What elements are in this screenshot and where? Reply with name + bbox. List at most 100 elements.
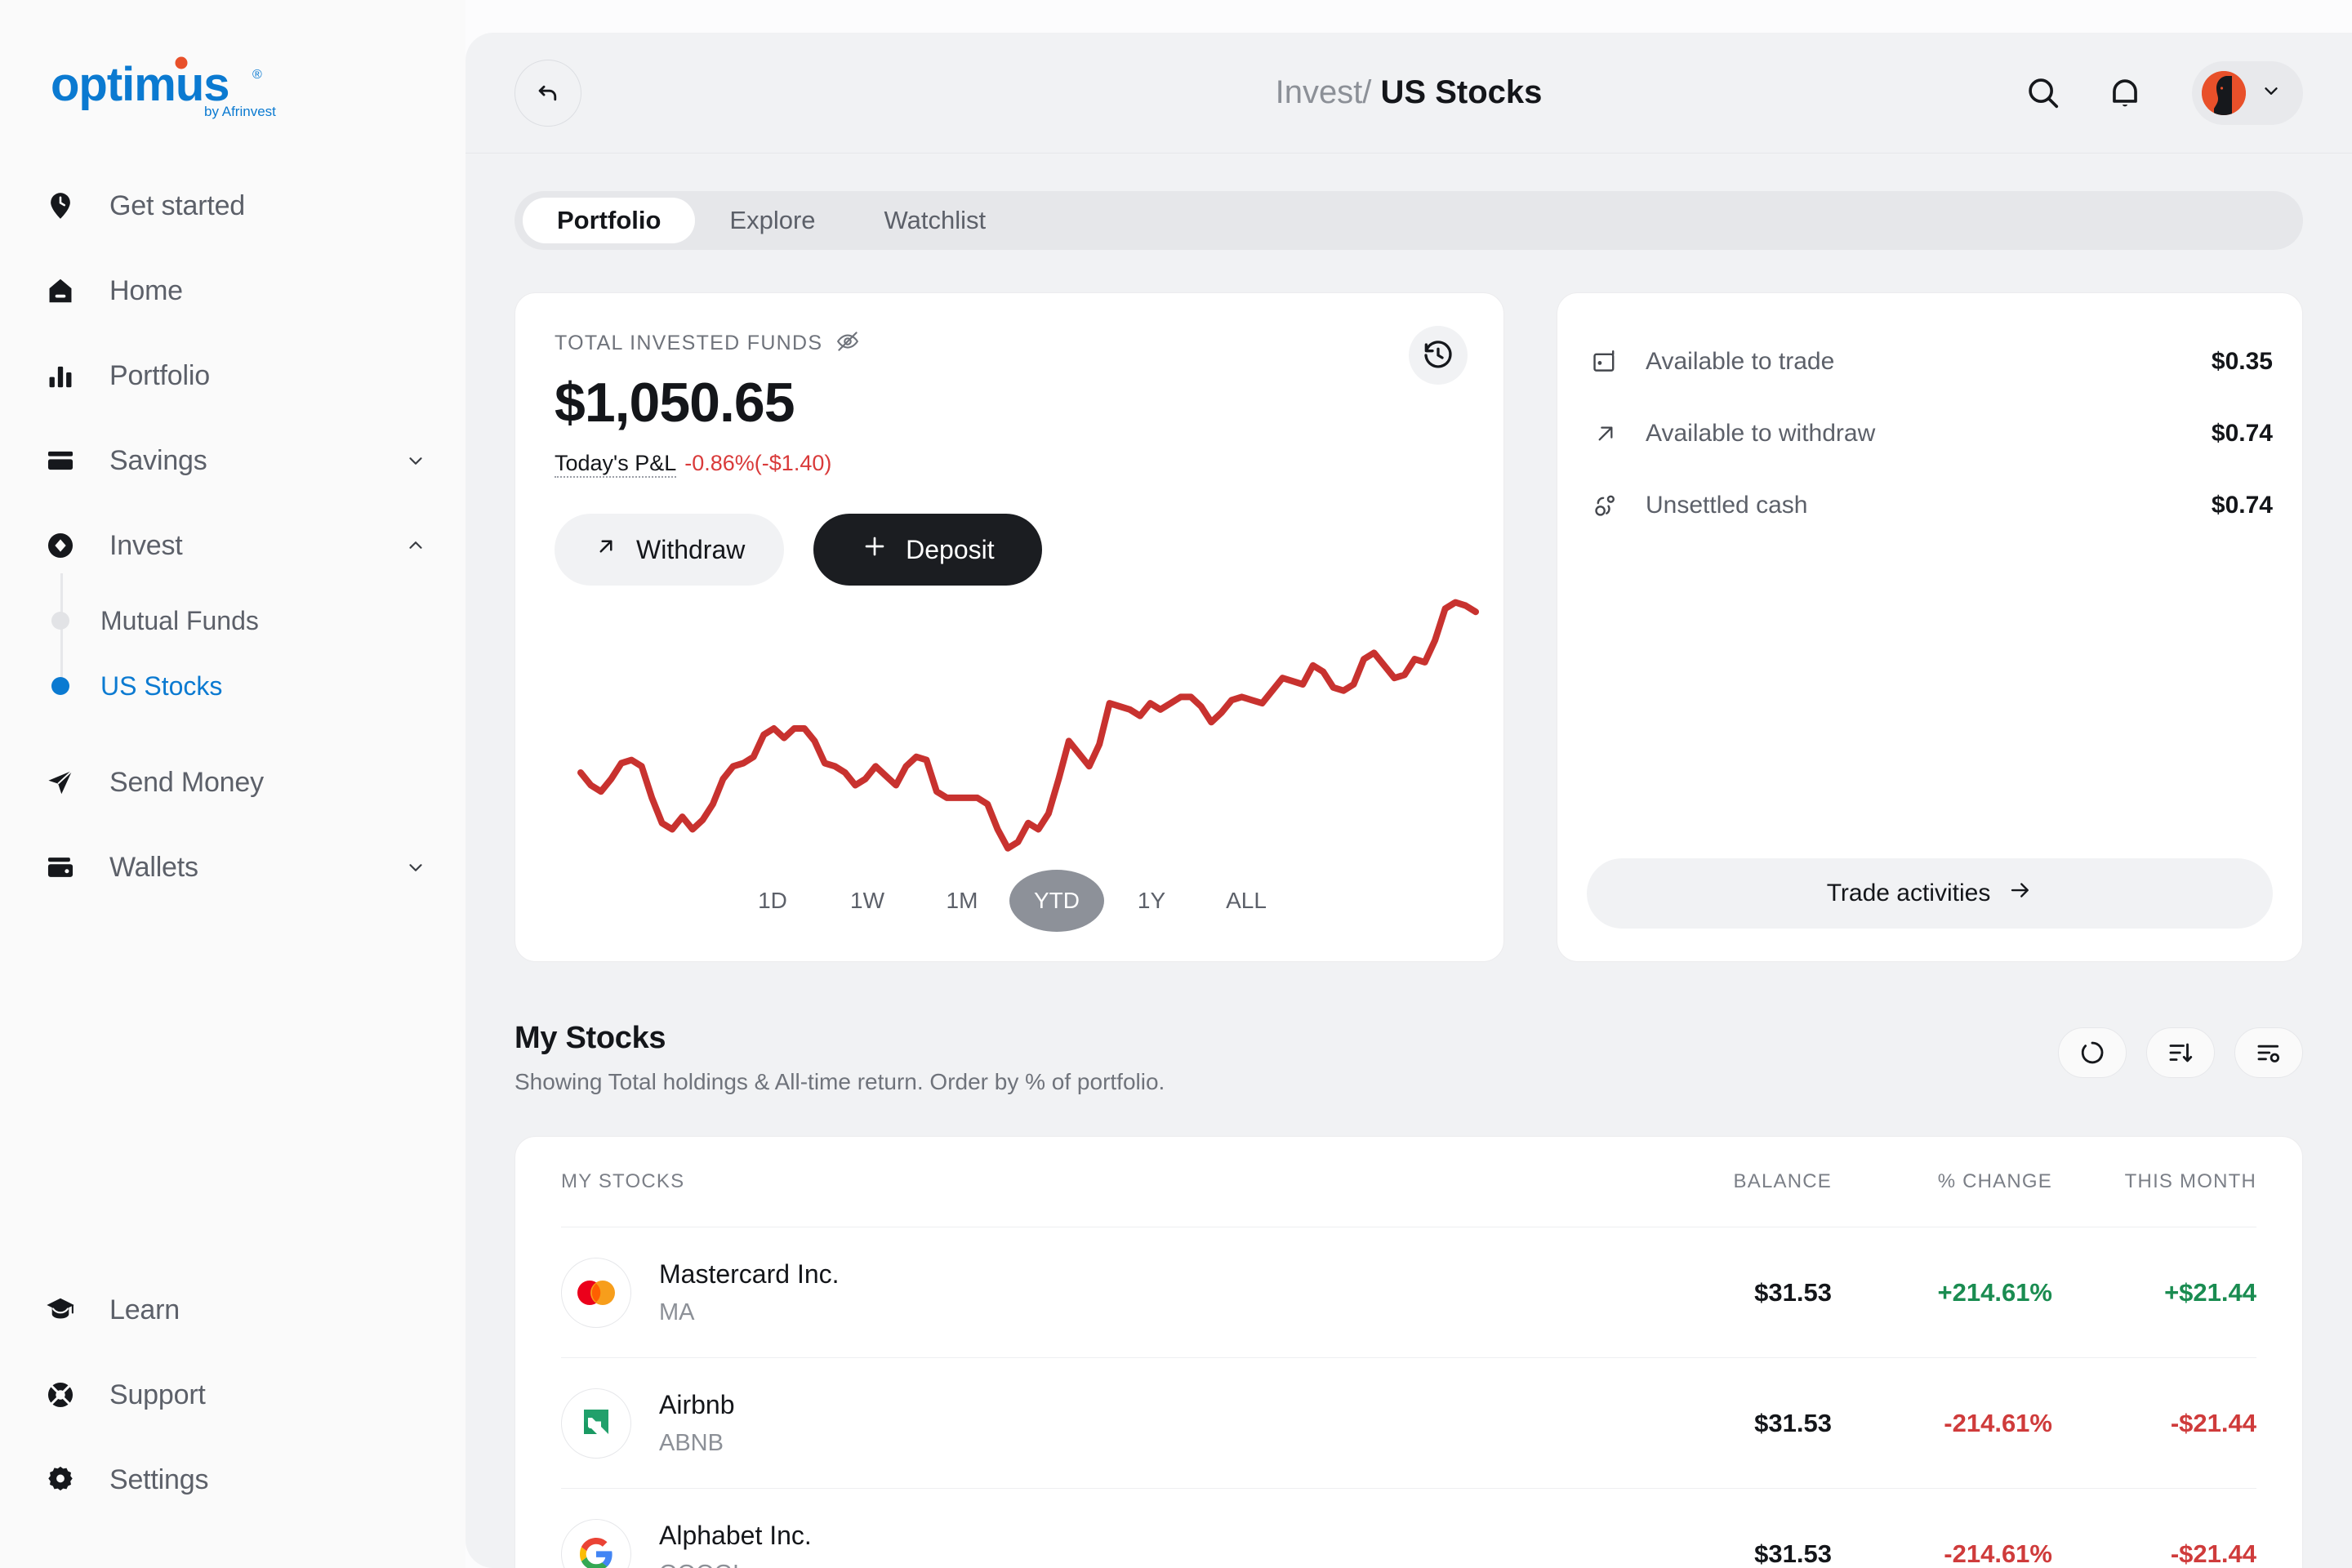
range-1y[interactable]: 1Y bbox=[1104, 870, 1199, 932]
table-row[interactable]: Alphabet Inc. GOOGL $31.53 -214.61% -$21… bbox=[561, 1488, 2256, 1568]
range-ytd[interactable]: YTD bbox=[1009, 870, 1104, 932]
sidebar-item-wallets[interactable]: Wallets bbox=[0, 825, 466, 910]
donut-chart-button[interactable] bbox=[2058, 1027, 2127, 1078]
sidebar-item-label: Settings bbox=[109, 1463, 209, 1495]
total-invested-card: TOTAL INVESTED FUNDS $1,050.65 Today's P… bbox=[514, 292, 1504, 962]
breadcrumb-current: US Stocks bbox=[1380, 74, 1543, 110]
stock-change: -214.61% bbox=[1944, 1408, 2052, 1437]
filter-settings-button[interactable] bbox=[2234, 1027, 2303, 1078]
graduation-cap-icon bbox=[42, 1292, 78, 1328]
trade-activities-label: Trade activities bbox=[1826, 880, 1991, 906]
card-icon bbox=[42, 443, 78, 479]
app-root: optimus ® by Afrinvest Get started Home bbox=[0, 0, 2352, 1568]
sidebar-item-send-money[interactable]: Send Money bbox=[0, 740, 466, 825]
total-invested-label: TOTAL INVESTED FUNDS bbox=[555, 332, 823, 354]
secondary-navigation: Learn Support Settings bbox=[0, 1267, 466, 1568]
send-icon bbox=[42, 764, 78, 800]
profile-menu[interactable] bbox=[2192, 60, 2303, 125]
sidebar-item-label: Get started bbox=[109, 189, 245, 221]
available-to-trade-row: Available to trade $0.35 bbox=[1587, 326, 2273, 398]
breadcrumb-parent[interactable]: Invest/ bbox=[1276, 74, 1372, 110]
history-button[interactable] bbox=[1409, 326, 1468, 385]
stock-this-month: -$21.44 bbox=[2170, 1539, 2256, 1568]
sidebar-item-home[interactable]: Home bbox=[0, 248, 466, 333]
notifications-button[interactable] bbox=[2102, 70, 2148, 116]
range-all[interactable]: ALL bbox=[1199, 870, 1294, 932]
range-label: 1M bbox=[946, 888, 978, 913]
sidebar-item-get-started[interactable]: Get started bbox=[0, 163, 466, 248]
back-arrow-icon bbox=[538, 85, 557, 100]
filter-settings-icon bbox=[2257, 1045, 2280, 1062]
bar-chart-icon bbox=[42, 358, 78, 394]
stock-ticker: ABNB bbox=[659, 1429, 724, 1456]
balance-label: Unsettled cash bbox=[1646, 492, 1808, 519]
invest-submenu: Mutual Funds US Stocks bbox=[0, 573, 466, 719]
sort-button[interactable] bbox=[2146, 1027, 2215, 1078]
stock-identity: Airbnb ABNB bbox=[561, 1388, 1636, 1459]
balance-label: Available to withdraw bbox=[1646, 420, 1876, 447]
sort-descending-icon bbox=[2169, 1043, 2193, 1062]
sidebar-item-settings[interactable]: Settings bbox=[0, 1437, 466, 1522]
range-1w[interactable]: 1W bbox=[820, 870, 915, 932]
avatar bbox=[2202, 70, 2246, 115]
sidebar-item-label: Home bbox=[109, 274, 183, 306]
my-stocks-subtitle: Showing Total holdings & All-time return… bbox=[514, 1069, 1165, 1094]
chevron-down-icon bbox=[2261, 80, 2282, 105]
chevron-down-icon[interactable] bbox=[403, 855, 428, 880]
sidebar-item-savings[interactable]: Savings bbox=[0, 418, 466, 503]
sidebar-item-label: Wallets bbox=[109, 851, 198, 883]
performance-chart-line bbox=[577, 599, 1479, 852]
available-to-withdraw-row: Available to withdraw $0.74 bbox=[1587, 398, 2273, 470]
mastercard-logo-icon bbox=[561, 1257, 631, 1328]
stock-this-month: -$21.44 bbox=[2170, 1408, 2256, 1437]
top-bar-actions bbox=[2020, 60, 2303, 125]
wallet-small-icon bbox=[1587, 348, 1624, 376]
sidebar-item-label: Send Money bbox=[109, 766, 264, 798]
chevron-down-icon[interactable] bbox=[403, 448, 428, 473]
sidebar-item-label: Savings bbox=[109, 444, 207, 476]
stock-change: +214.61% bbox=[1937, 1277, 2052, 1307]
tab-portfolio[interactable]: Portfolio bbox=[523, 198, 696, 243]
back-button[interactable] bbox=[514, 59, 581, 127]
stock-ticker: MA bbox=[659, 1298, 695, 1325]
sidebar-item-portfolio[interactable]: Portfolio bbox=[0, 333, 466, 418]
tab-explore[interactable]: Explore bbox=[695, 198, 849, 243]
brand-logo[interactable]: optimus ® by Afrinvest bbox=[0, 0, 466, 163]
primary-navigation: Get started Home Portfolio Savings Inves… bbox=[0, 163, 466, 910]
sidebar-item-support[interactable]: Support bbox=[0, 1352, 466, 1437]
balance-value: $0.74 bbox=[2211, 492, 2273, 519]
stock-identity: Mastercard Inc. MA bbox=[561, 1257, 1636, 1328]
my-stocks-header: My Stocks Showing Total holdings & All-t… bbox=[514, 1021, 2303, 1095]
home-icon bbox=[42, 273, 78, 309]
column-header-balance: BALANCE bbox=[1733, 1170, 1832, 1192]
gear-icon bbox=[42, 1462, 78, 1498]
svg-text:optimus: optimus bbox=[51, 58, 229, 111]
chevron-up-icon[interactable] bbox=[403, 533, 428, 558]
portfolio-tabs: Portfolio Explore Watchlist bbox=[514, 191, 2303, 250]
sidebar-item-us-stocks[interactable]: US Stocks bbox=[0, 653, 466, 719]
tab-watchlist[interactable]: Watchlist bbox=[850, 198, 1021, 243]
optimus-logo-icon: optimus ® by Afrinvest bbox=[51, 56, 276, 119]
table-row[interactable]: Mastercard Inc. MA $31.53 +214.61% +$21.… bbox=[561, 1227, 2256, 1357]
trade-activities-button[interactable]: Trade activities bbox=[1587, 858, 2273, 929]
range-1d[interactable]: 1D bbox=[725, 870, 820, 932]
sidebar-subitem-label: Mutual Funds bbox=[100, 605, 259, 635]
stock-balance: $31.53 bbox=[1754, 1277, 1832, 1307]
sidebar-item-label: Support bbox=[109, 1379, 206, 1410]
todays-pl-row: Today's P&L -0.86%(-$1.40) bbox=[555, 451, 1464, 478]
lifebuoy-icon bbox=[42, 1377, 78, 1413]
range-label: ALL bbox=[1226, 888, 1267, 913]
eye-off-icon[interactable] bbox=[835, 329, 860, 358]
sidebar-item-learn[interactable]: Learn bbox=[0, 1267, 466, 1352]
arrow-up-right-icon bbox=[1587, 421, 1624, 447]
airbnb-logo-icon bbox=[561, 1388, 631, 1459]
wallet-icon bbox=[42, 849, 78, 885]
bell-icon bbox=[2113, 78, 2137, 106]
range-1m[interactable]: 1M bbox=[915, 870, 1009, 932]
search-button[interactable] bbox=[2020, 70, 2066, 116]
sidebar-item-invest[interactable]: Invest bbox=[0, 503, 466, 588]
range-label: YTD bbox=[1034, 888, 1080, 913]
table-row[interactable]: Airbnb ABNB $31.53 -214.61% -$21.44 bbox=[561, 1357, 2256, 1488]
search-icon bbox=[2029, 78, 2059, 108]
sidebar-item-mutual-funds[interactable]: Mutual Funds bbox=[0, 588, 466, 653]
